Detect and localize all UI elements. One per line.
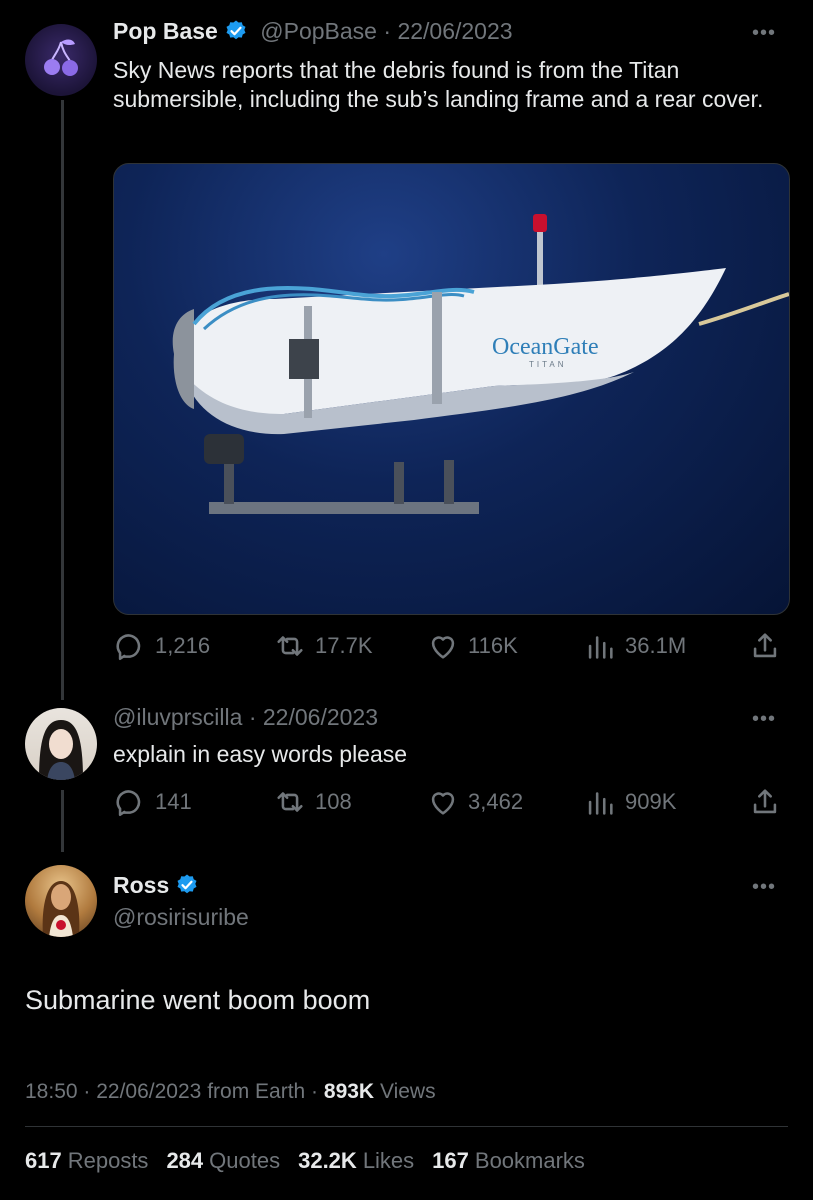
main-header: Ross xyxy=(113,872,199,899)
like-icon xyxy=(431,636,455,659)
repost-icon xyxy=(277,792,303,812)
author-handle[interactable]: @PopBase xyxy=(260,18,377,44)
share-icon xyxy=(753,789,777,814)
more-icon[interactable]: ••• xyxy=(752,22,776,45)
share-button[interactable] xyxy=(748,785,782,819)
thread-line xyxy=(61,100,64,700)
views-button[interactable]: 909K xyxy=(583,785,676,819)
tweet2-header: @iluvprscilla · 22/06/2023 xyxy=(113,704,379,730)
repost-button[interactable]: 108 xyxy=(273,785,352,819)
views-button[interactable]: 36.1M xyxy=(583,629,686,663)
person-photo-icon xyxy=(39,720,83,780)
reply-button[interactable]: 1,216 xyxy=(113,629,210,663)
author-handle[interactable]: @iluvprscilla xyxy=(113,704,242,730)
share-button[interactable] xyxy=(748,629,782,663)
tweet-source: from Earth xyxy=(207,1080,306,1103)
verified-icon xyxy=(224,19,248,43)
cherry-logo-icon xyxy=(44,39,78,76)
views-count: 36.1M xyxy=(625,633,687,658)
author-handle[interactable]: @rosirisuribe xyxy=(113,904,249,931)
views-icon xyxy=(588,792,613,815)
like-count: 116K xyxy=(468,633,518,658)
views-count: 909K xyxy=(625,789,677,814)
reply-count: 1,216 xyxy=(155,633,211,658)
repost-button[interactable]: 17.7K xyxy=(273,629,373,663)
avatar-ross[interactable] xyxy=(25,865,97,937)
tweet1-text: Sky News reports that the debris found i… xyxy=(113,57,764,112)
more-icon[interactable]: ••• xyxy=(752,708,776,731)
quotes-stat[interactable]: 284 Quotes xyxy=(166,1148,280,1174)
views-count: 893K xyxy=(323,1080,375,1103)
like-icon xyxy=(431,792,455,815)
titan-label: TITAN xyxy=(529,360,567,369)
tweet-date[interactable]: 22/06/2023 xyxy=(96,1080,201,1103)
like-button[interactable]: 116K xyxy=(426,629,518,663)
reposts-stat[interactable]: 617 Reposts xyxy=(25,1148,148,1174)
main-text: Submarine went boom boom xyxy=(25,985,371,1015)
views-label: Views xyxy=(379,1080,436,1103)
tweet-date[interactable]: 22/06/2023 xyxy=(397,18,512,44)
like-button[interactable]: 3,462 xyxy=(426,785,523,819)
divider xyxy=(25,1126,788,1127)
thread-line xyxy=(61,790,64,852)
tweet-time[interactable]: 18:50 xyxy=(25,1080,78,1103)
tweet2-actions: 141 108 3,462 909K xyxy=(113,784,788,820)
like-count: 3,462 xyxy=(468,789,524,814)
repost-count: 108 xyxy=(315,789,352,814)
repost-count: 17.7K xyxy=(315,633,373,658)
avatar-iluvprscilla[interactable] xyxy=(25,708,97,780)
likes-stat[interactable]: 32.2K Likes xyxy=(298,1148,414,1174)
person-photo-icon xyxy=(42,881,80,937)
main-stats: 617 Reposts 284 Quotes 32.2K Likes 167 Bookm… xyxy=(25,1148,585,1174)
author-name[interactable]: Pop Base xyxy=(113,18,218,44)
tweet1-actions: 1,216 17.7K 116K 36.1M xyxy=(113,628,788,664)
reply-icon xyxy=(116,634,141,661)
tweet1-image[interactable]: OceanGate TITAN xyxy=(113,163,790,615)
oceangate-logo: OceanGate xyxy=(492,334,599,360)
reply-button[interactable]: 141 xyxy=(113,785,192,819)
author-name[interactable]: Ross xyxy=(113,872,169,898)
avatar-popbase[interactable] xyxy=(25,24,97,96)
reply-icon xyxy=(116,790,141,817)
verified-icon xyxy=(175,873,199,897)
tweet1-header: Pop Base @PopBase · 22/06/2023 xyxy=(113,18,513,44)
bookmarks-stat[interactable]: 167 Bookmarks xyxy=(432,1148,585,1174)
main-meta: 18:50 · 22/06/2023 from Earth · 893K Vie… xyxy=(25,1080,436,1103)
tweet-date[interactable]: 22/06/2023 xyxy=(263,704,378,730)
tweet2-text: explain in easy words please xyxy=(113,741,408,767)
views-icon xyxy=(588,636,613,659)
reply-count: 141 xyxy=(155,789,192,814)
submersible-illustration: OceanGate TITAN xyxy=(172,214,789,514)
more-icon[interactable]: ••• xyxy=(752,876,776,899)
share-icon xyxy=(753,633,777,658)
repost-icon xyxy=(277,636,303,656)
